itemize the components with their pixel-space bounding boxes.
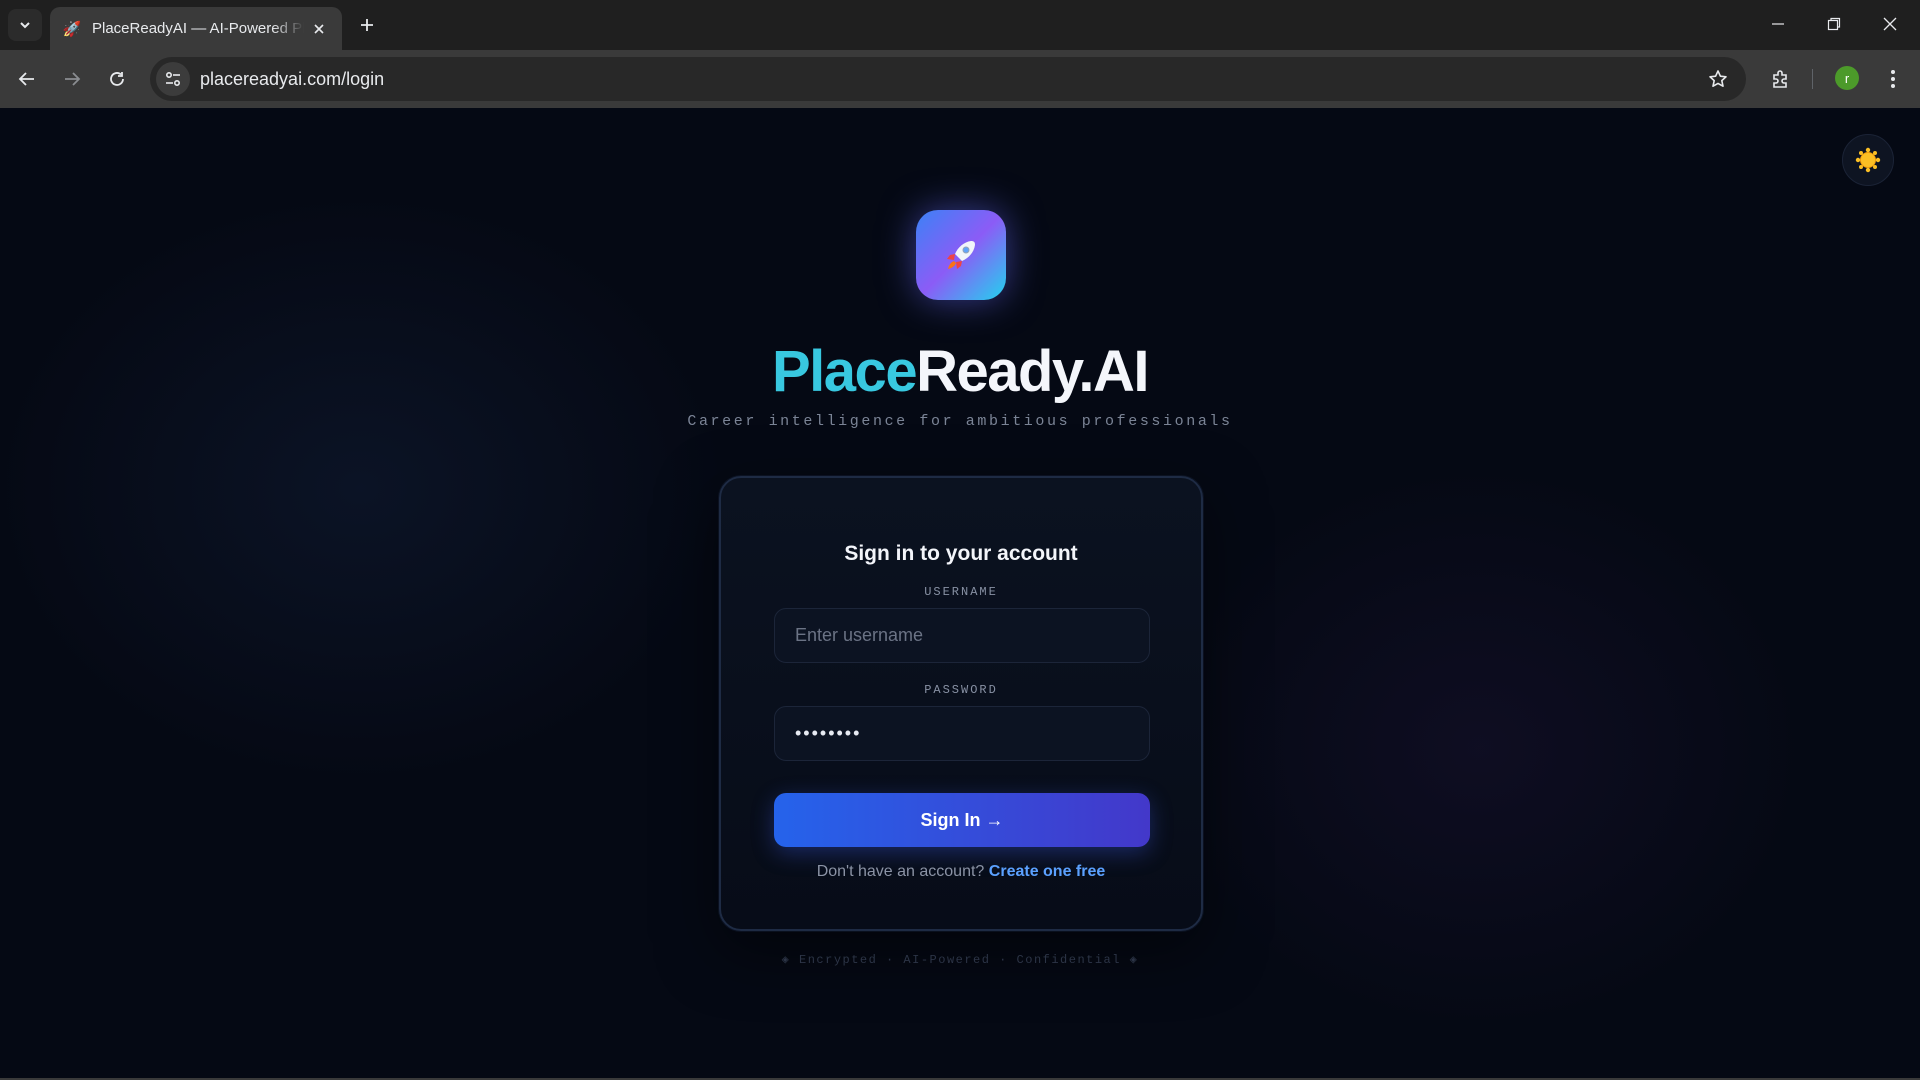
login-card-title: Sign in to your account: [844, 542, 1078, 565]
create-account-link[interactable]: Create one free: [989, 863, 1106, 880]
url-text[interactable]: placereadyai.com/login: [200, 69, 384, 90]
app-logo: [916, 210, 1006, 300]
arrow-right-icon: [65, 72, 81, 86]
sign-in-button[interactable]: Sign In →: [774, 793, 1150, 847]
puzzle-icon: [1773, 70, 1787, 88]
back-button[interactable]: [10, 62, 44, 96]
new-tab-button[interactable]: [352, 10, 382, 40]
tagline: Career intelligence for ambitious profes…: [687, 413, 1233, 430]
arrow-left-icon: [18, 72, 34, 86]
extensions-button[interactable]: [1764, 62, 1798, 96]
more-vertical-icon: [1891, 70, 1895, 88]
password-label: PASSWORD: [924, 683, 998, 697]
tab-title: PlaceReadyAI — AI-Powered Pl: [92, 20, 304, 37]
browser-tab-bar: 🚀 PlaceReadyAI — AI-Powered Pl: [0, 0, 1920, 50]
minimize-button[interactable]: [1750, 0, 1806, 48]
signup-prompt: Don't have an account? Create one free: [721, 863, 1201, 881]
browser-toolbar: placereadyai.com/login: [0, 50, 1920, 108]
toolbar-divider: [1812, 69, 1813, 89]
tab-search-button[interactable]: [8, 9, 42, 41]
username-label: USERNAME: [924, 585, 998, 599]
theme-toggle-button[interactable]: [1842, 134, 1894, 186]
plus-icon: [361, 19, 373, 31]
browser-tab[interactable]: 🚀 PlaceReadyAI — AI-Powered Pl: [50, 7, 342, 50]
site-info-button[interactable]: [156, 62, 190, 96]
chevron-down-icon: [20, 22, 30, 29]
address-bar[interactable]: placereadyai.com/login: [150, 57, 1746, 101]
forward-button[interactable]: [55, 62, 89, 96]
restore-icon: [1827, 17, 1841, 31]
reload-button[interactable]: [100, 62, 134, 96]
browser-menu-button[interactable]: [1876, 62, 1910, 96]
tab-close-icon[interactable]: [308, 18, 330, 40]
security-footer-note: ◈ Encrypted · AI-Powered · Confidential …: [781, 953, 1139, 967]
rocket-icon: 🚀: [62, 20, 82, 38]
minimize-icon: [1772, 23, 1784, 25]
brand-title-part2: Ready.AI: [916, 339, 1149, 404]
close-window-button[interactable]: [1862, 0, 1918, 48]
brand-title-part1: Place: [772, 339, 918, 404]
username-input[interactable]: [774, 608, 1150, 663]
login-card: Sign in to your account USERNAME PASSWOR…: [719, 476, 1203, 931]
login-page: PlaceReady.AI Career intelligence for am…: [0, 108, 1920, 1080]
rocket-icon: [947, 241, 975, 269]
restore-button[interactable]: [1806, 0, 1862, 48]
profile-avatar[interactable]: r: [1835, 66, 1859, 90]
password-input[interactable]: [774, 706, 1150, 761]
reload-icon: [110, 72, 124, 86]
bookmark-star-icon[interactable]: [1704, 65, 1732, 93]
sun-icon: [1855, 147, 1881, 173]
close-icon: [1883, 17, 1897, 31]
signup-prompt-text: Don't have an account?: [816, 863, 985, 880]
tune-icon: [165, 71, 181, 87]
brand-title: PlaceReady.AI: [0, 338, 1920, 405]
